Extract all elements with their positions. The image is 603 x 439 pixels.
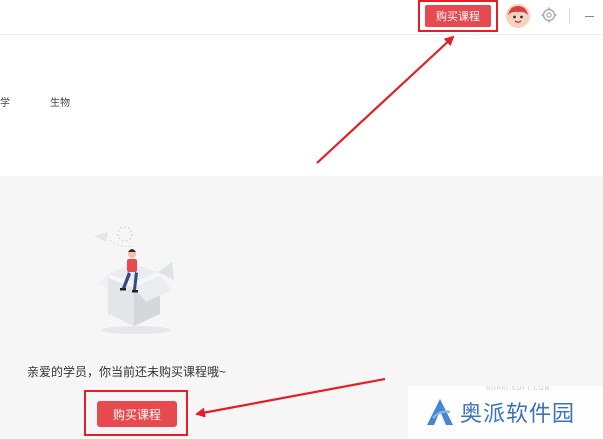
watermark-logo-icon	[427, 399, 453, 425]
subject-bar: 学 生物	[0, 35, 603, 176]
watermark: AOPAI.SOFT.COM 奥派软件园	[408, 386, 603, 439]
student-avatar-icon	[506, 4, 530, 28]
settings-button[interactable]	[540, 6, 558, 24]
tab-biology[interactable]: 生物	[50, 94, 70, 109]
gear-icon	[541, 7, 557, 23]
minimize-icon[interactable]	[583, 8, 597, 24]
highlight-box-top	[418, 0, 498, 32]
arrow-to-main-button	[195, 377, 386, 418]
empty-box-illustration	[94, 226, 174, 334]
watermark-url: AOPAI.SOFT.COM	[486, 386, 551, 392]
toolbar-divider	[569, 8, 570, 24]
avatar[interactable]	[506, 4, 530, 28]
empty-state-message: 亲爱的学员，你当前还未购买课程哦~	[27, 365, 227, 379]
watermark-text: 奥派软件园	[460, 402, 576, 427]
tab-subject-partial[interactable]: 学	[0, 94, 10, 109]
highlight-box-main	[84, 390, 188, 436]
top-bar: 购买课程	[0, 0, 603, 35]
